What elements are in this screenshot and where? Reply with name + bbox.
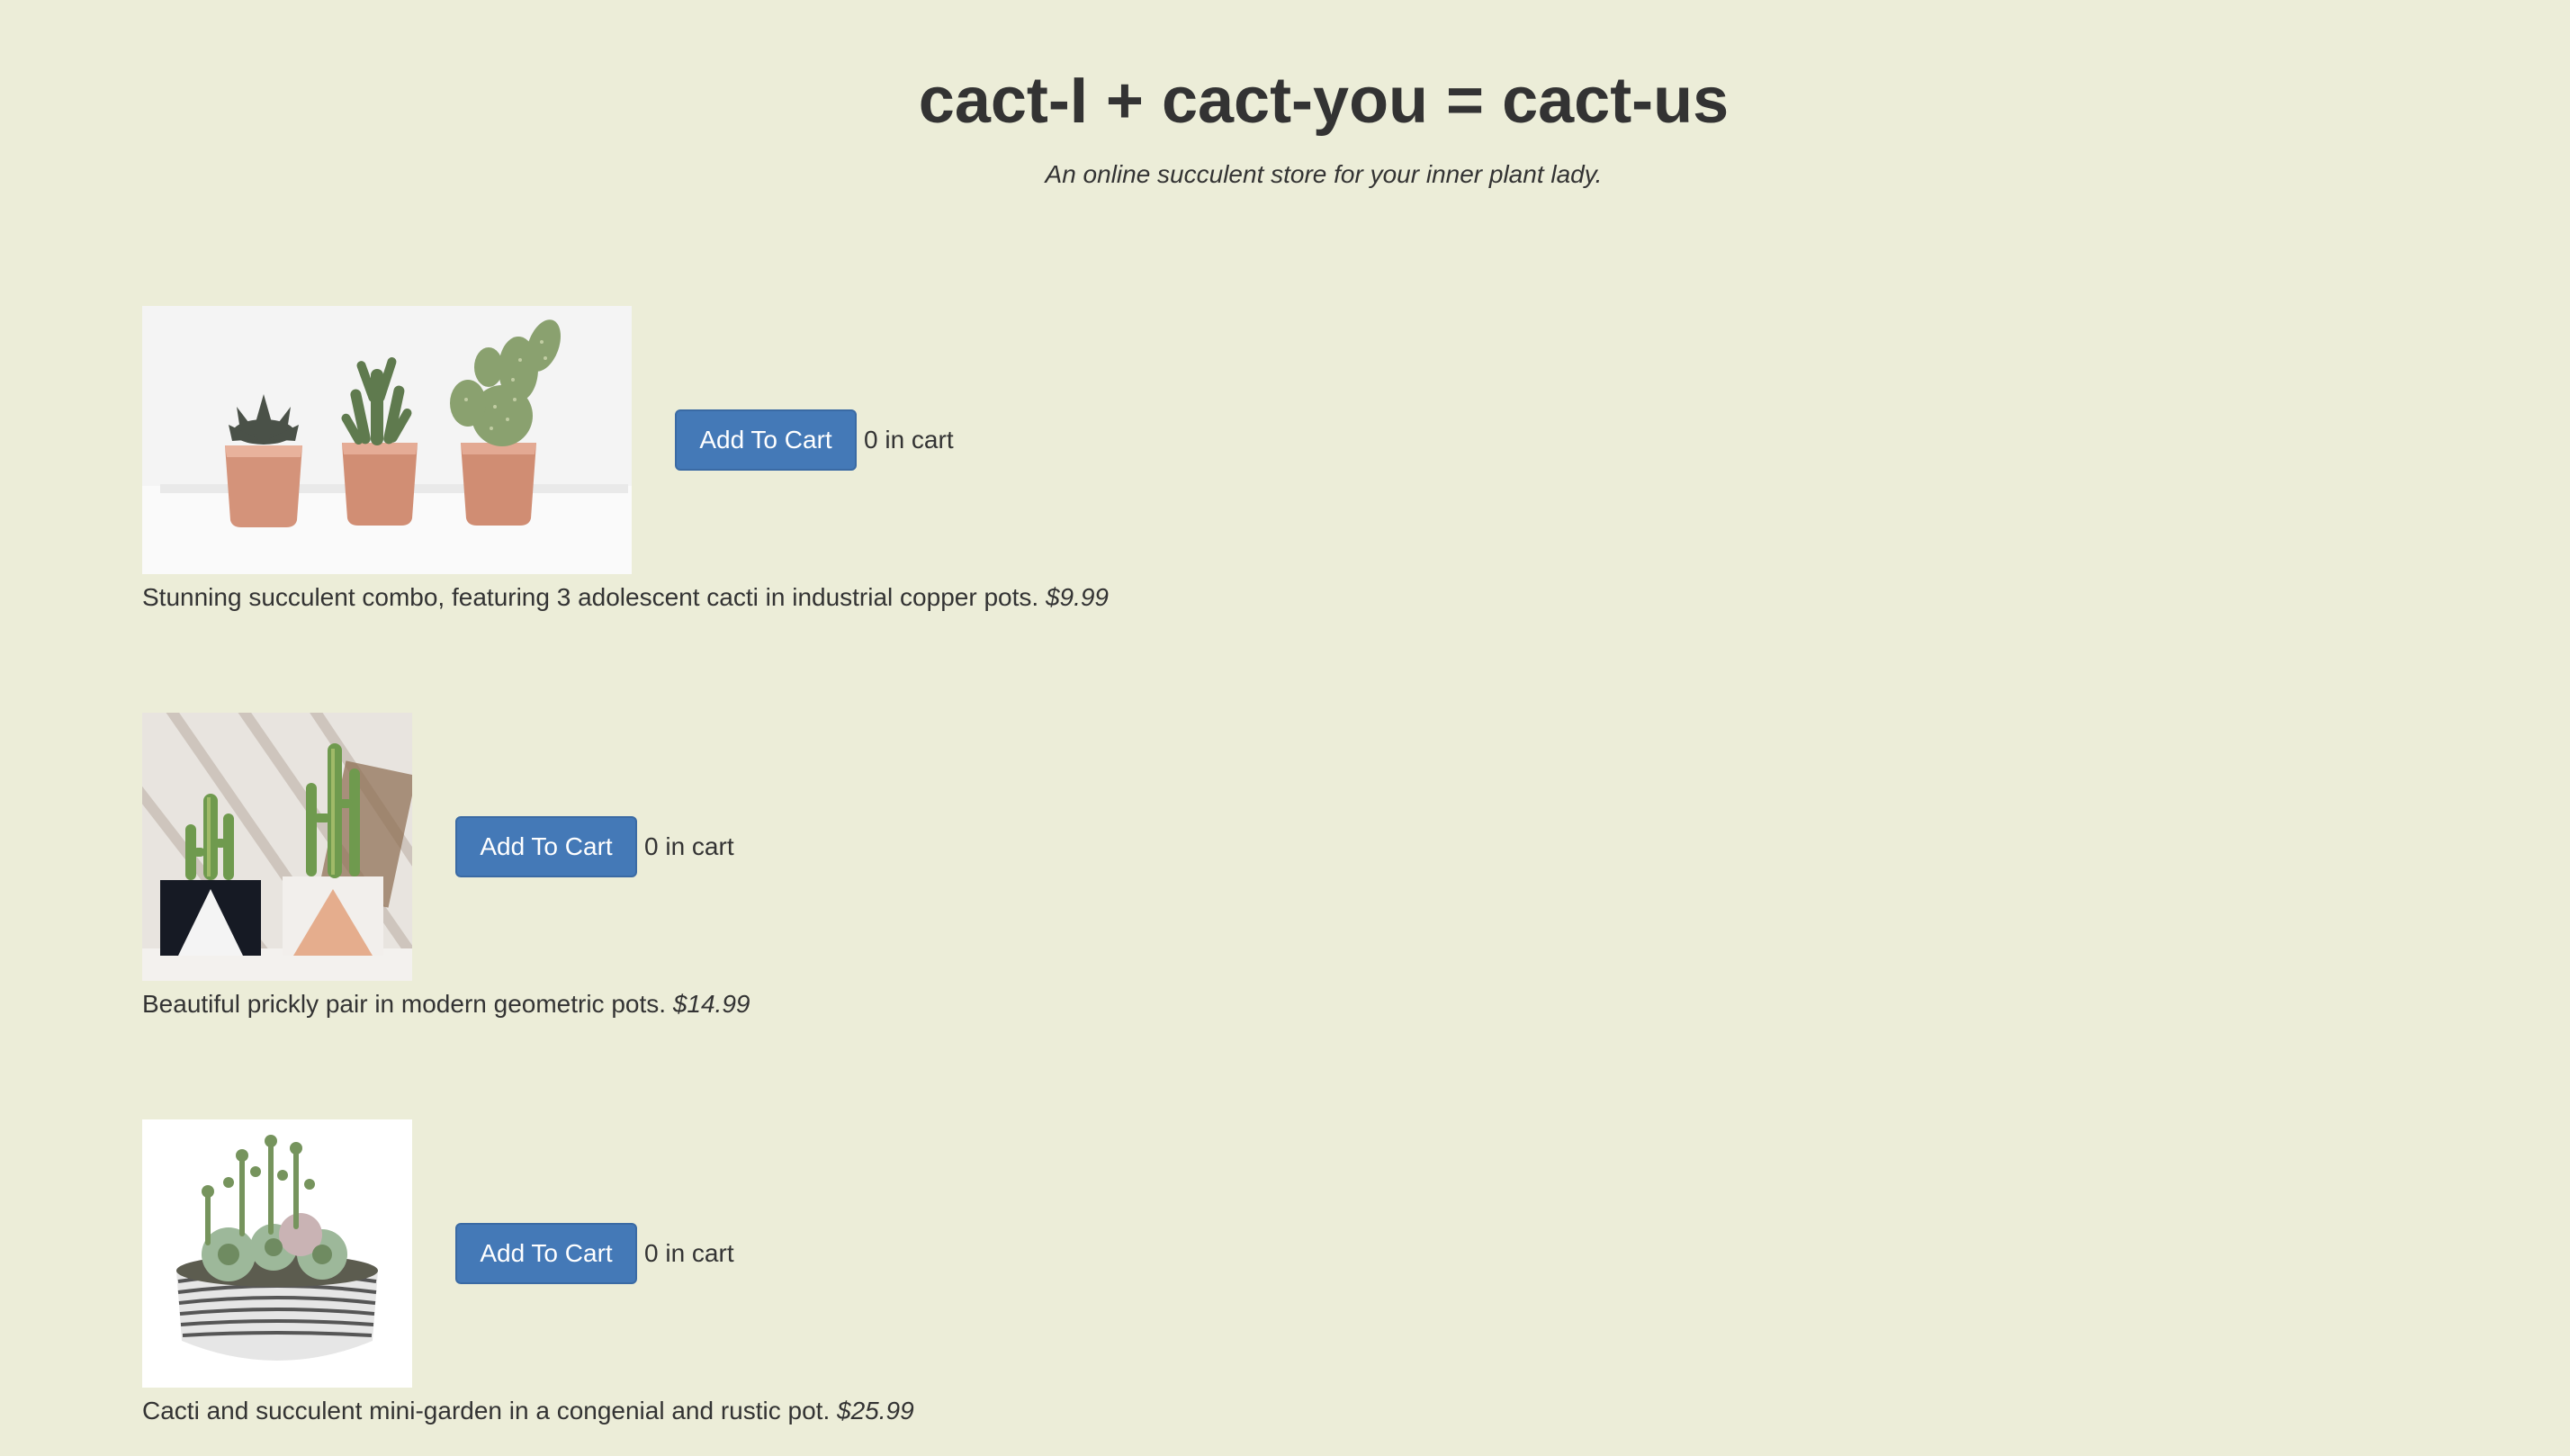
product-price: $25.99 [837,1397,914,1425]
page-title: cact-I + cact-you = cact-us [918,65,1730,137]
cart-controls: Add To Cart 0 in cart [455,816,734,877]
product-price: $14.99 [672,990,750,1018]
description-text: Beautiful prickly pair in modern geometr… [142,990,667,1018]
add-to-cart-button[interactable]: Add To Cart [455,816,637,877]
product-price: $9.99 [1045,583,1110,611]
add-to-cart-button[interactable]: Add To Cart [675,409,857,471]
three-cacti-copper-pots-image [142,306,632,574]
page-tagline: An online succulent store for your inner… [1045,160,1603,188]
cart-controls: Add To Cart 0 in cart [455,1223,734,1284]
succulent-mini-garden-bowl-image [142,1119,412,1388]
description-text: Stunning succulent combo, featuring 3 ad… [142,583,1039,611]
product-description: Stunning succulent combo, featuring 3 ad… [142,580,1109,616]
cart-count: 0 in cart [644,832,734,860]
add-to-cart-button[interactable]: Add To Cart [455,1223,637,1284]
cart-count: 0 in cart [644,1239,734,1267]
prickly-pair-geometric-pots-image [142,713,412,981]
product-description: Cacti and succulent mini-garden in a con… [142,1393,914,1429]
product-description: Beautiful prickly pair in modern geometr… [142,986,750,1022]
description-text: Cacti and succulent mini-garden in a con… [142,1397,831,1425]
cart-controls: Add To Cart 0 in cart [675,409,954,471]
cart-count: 0 in cart [864,426,954,454]
